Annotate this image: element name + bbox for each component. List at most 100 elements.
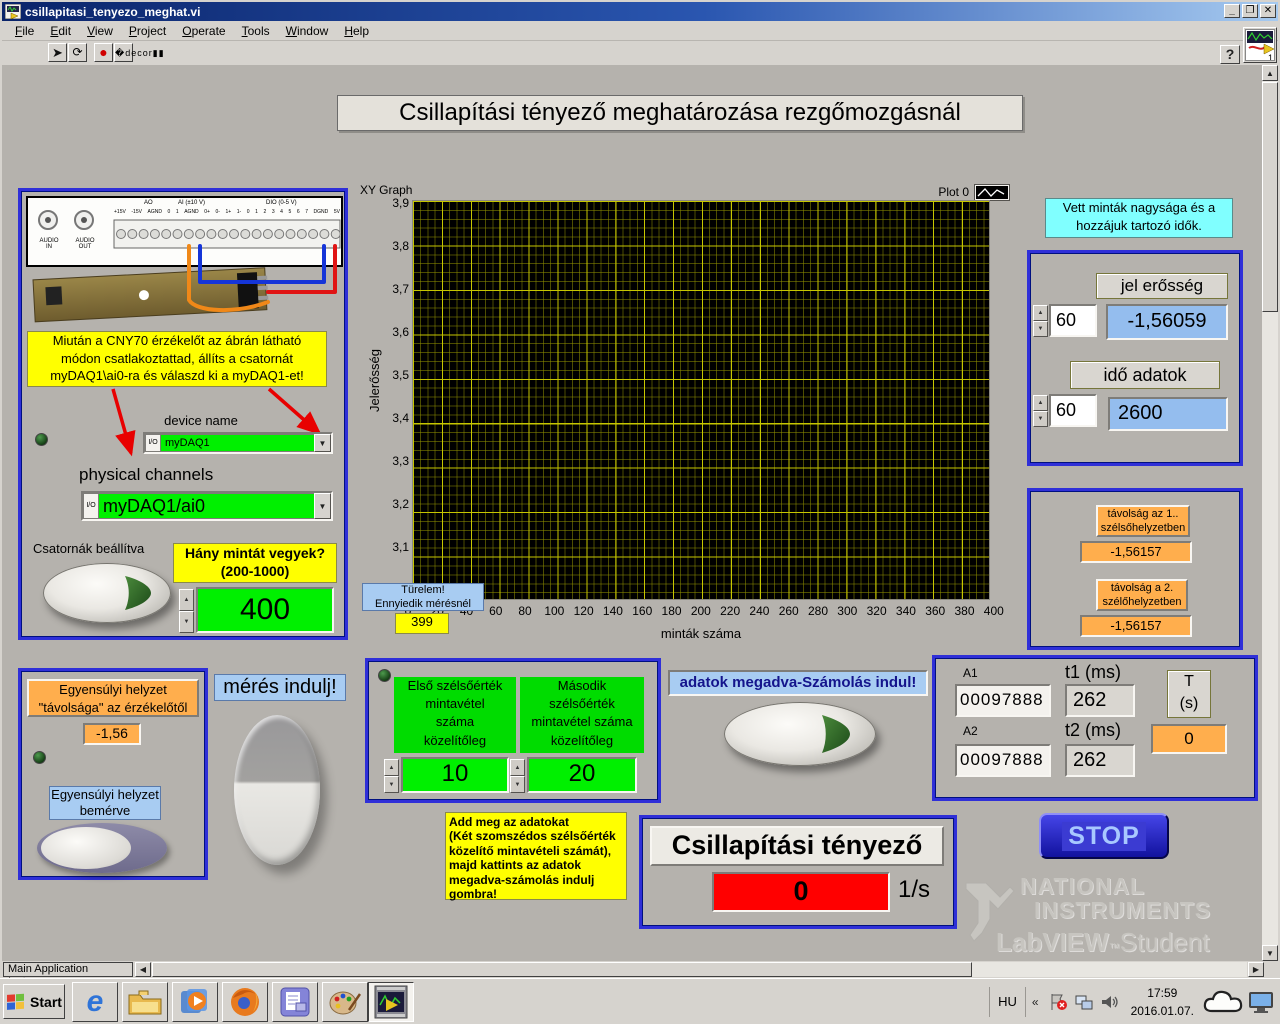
first-extreme-spinner[interactable]: ▲▼ — [384, 759, 399, 793]
clock[interactable]: 17:59 2016.01.07. — [1123, 984, 1202, 1020]
device-name-value[interactable]: myDAQ1 — [161, 434, 314, 452]
scrollbar-thumb[interactable] — [1262, 82, 1278, 312]
display-icon[interactable] — [1248, 989, 1274, 1015]
equilibrium-measured-switch[interactable] — [37, 823, 167, 873]
cloud-icon[interactable] — [1202, 987, 1244, 1017]
switch-knob[interactable] — [41, 827, 131, 869]
x-tick: 200 — [691, 604, 711, 618]
menu-item[interactable]: Edit — [43, 22, 78, 40]
taskbar-office-button[interactable] — [272, 982, 318, 1022]
pin-label: 4 — [280, 209, 283, 215]
decrement-icon[interactable]: ▼ — [384, 776, 399, 793]
scroll-left-icon[interactable]: ◀ — [135, 962, 151, 977]
instructions-note: Add meg az adatokat (Két szomszédos szél… — [445, 812, 627, 900]
folder-icon — [128, 989, 162, 1015]
wiring-diagram: AUDIO IN AUDIO OUT AO AI (±10 V) DIO (0-… — [26, 196, 344, 326]
menu-item[interactable]: Project — [122, 22, 173, 40]
labview-app-icon — [5, 4, 21, 19]
window-titlebar[interactable]: csillapitasi_tenyezo_meghat.vi _ ❐ ✕ — [2, 2, 1278, 21]
security-alert-flag-icon[interactable] — [1048, 992, 1068, 1012]
taskbar-firefox-button[interactable] — [222, 982, 268, 1022]
menu-item[interactable]: Operate — [175, 22, 232, 40]
increment-icon[interactable]: ▲ — [1033, 395, 1048, 411]
second-extreme-spinner[interactable]: ▲▼ — [510, 759, 525, 793]
signal-index-value[interactable]: 60 — [1049, 304, 1097, 337]
decrement-icon[interactable]: ▼ — [179, 611, 194, 633]
time-index-spinner[interactable]: ▲▼ — [1033, 395, 1048, 427]
language-indicator[interactable]: HU — [989, 987, 1026, 1017]
taskbar-folder-button[interactable] — [122, 982, 168, 1022]
scroll-down-icon[interactable]: ▼ — [1262, 945, 1278, 961]
y-axis-label: Jelerősség — [367, 349, 382, 412]
start-button[interactable]: Start — [3, 984, 65, 1019]
restore-button[interactable]: ❐ — [1242, 4, 1258, 18]
pause-button[interactable]: �decor▮▮ — [114, 43, 133, 62]
run-continuous-button[interactable]: ⟳ — [68, 43, 87, 62]
vi-icon[interactable]: 1 — [1243, 27, 1277, 63]
x-tick: 240 — [749, 604, 769, 618]
data-given-button[interactable] — [724, 702, 876, 766]
abort-button[interactable]: ● — [94, 43, 113, 62]
vertical-scrollbar[interactable]: ▲ ▼ — [1262, 65, 1278, 961]
measure-start-button[interactable] — [234, 715, 320, 865]
increment-icon[interactable]: ▲ — [384, 759, 399, 776]
decrement-icon[interactable]: ▼ — [1033, 411, 1048, 427]
physical-channels-value[interactable]: myDAQ1/ai0 — [99, 493, 314, 519]
run-button[interactable]: ➤ — [48, 43, 67, 62]
help-button[interactable]: ? — [1220, 45, 1240, 64]
second-extreme-value[interactable]: 20 — [527, 757, 637, 793]
increment-icon[interactable]: ▲ — [1033, 305, 1048, 321]
taskbar-paint-button[interactable] — [322, 982, 368, 1022]
signal-index-spinner[interactable]: ▲▼ — [1033, 305, 1048, 337]
media-player-icon — [179, 987, 211, 1017]
equilibrium-measured-label: Egyensúlyi helyzet bemérve — [49, 786, 161, 820]
paint-palette-icon — [329, 988, 361, 1016]
samples-spinner[interactable]: ▲▼ — [179, 589, 194, 633]
taskbar-ie-button[interactable]: e — [72, 982, 118, 1022]
pin-label: 1 — [255, 209, 258, 215]
horizontal-scrollbar[interactable] — [152, 962, 1247, 977]
toolbar: ➤ ⟳ ● �decor▮▮ — [2, 41, 1278, 65]
menu-item[interactable]: File — [8, 22, 41, 40]
measure-start-label: mérés indulj! — [214, 674, 346, 701]
context-box[interactable]: Main Application Instance — [3, 962, 133, 977]
time-index-value[interactable]: 60 — [1049, 394, 1097, 427]
first-extreme-value[interactable]: 10 — [401, 757, 509, 793]
x-tick: 400 — [984, 604, 1004, 618]
increment-icon[interactable]: ▲ — [179, 589, 194, 611]
samples-count-value[interactable]: 400 — [196, 587, 334, 633]
distance2-value: -1,56157 — [1080, 615, 1192, 637]
stop-button[interactable]: STOP — [1039, 813, 1169, 859]
increment-icon[interactable]: ▲ — [510, 759, 525, 776]
scrollbar-thumb[interactable] — [152, 962, 972, 977]
t2-value: 262 — [1065, 744, 1135, 777]
group-ao-label: AO — [144, 200, 153, 206]
channels-set-button[interactable] — [43, 563, 171, 623]
chevron-up-icon[interactable]: « — [1026, 995, 1045, 1009]
decrement-icon[interactable]: ▼ — [1033, 321, 1048, 337]
plot-legend[interactable]: Plot 0 — [938, 183, 1009, 201]
menu-item[interactable]: View — [80, 22, 120, 40]
close-button[interactable]: ✕ — [1260, 4, 1276, 18]
taskbar-labview-button[interactable] — [368, 982, 414, 1022]
device-name-dropdown-arrow[interactable]: ▼ — [314, 434, 331, 452]
start-label: Start — [30, 994, 62, 1010]
scroll-right-icon[interactable]: ▶ — [1248, 962, 1264, 977]
physical-channels-combo[interactable]: I/O myDAQ1/ai0 ▼ — [81, 491, 333, 521]
menu-item[interactable]: Tools — [235, 22, 277, 40]
pin-label: 1 — [176, 209, 179, 215]
device-name-combo[interactable]: I/O myDAQ1 ▼ — [143, 432, 333, 454]
speaker-icon[interactable] — [1100, 993, 1120, 1011]
scroll-up-icon[interactable]: ▲ — [1262, 65, 1278, 81]
y-tick: 3,8 — [392, 239, 409, 253]
signal-panel: jel erősség ▲▼ 60 -1,56059 idő adatok ▲▼… — [1027, 250, 1243, 466]
menu-item[interactable]: Window — [279, 22, 336, 40]
y-tick: 3,6 — [392, 325, 409, 339]
taskbar-mediaplayer-button[interactable] — [172, 982, 218, 1022]
plot-area[interactable] — [412, 200, 990, 600]
physical-channels-dropdown-arrow[interactable]: ▼ — [314, 493, 331, 519]
menu-item[interactable]: Help — [337, 22, 376, 40]
network-icon[interactable] — [1074, 993, 1094, 1011]
decrement-icon[interactable]: ▼ — [510, 776, 525, 793]
minimize-button[interactable]: _ — [1224, 4, 1240, 18]
